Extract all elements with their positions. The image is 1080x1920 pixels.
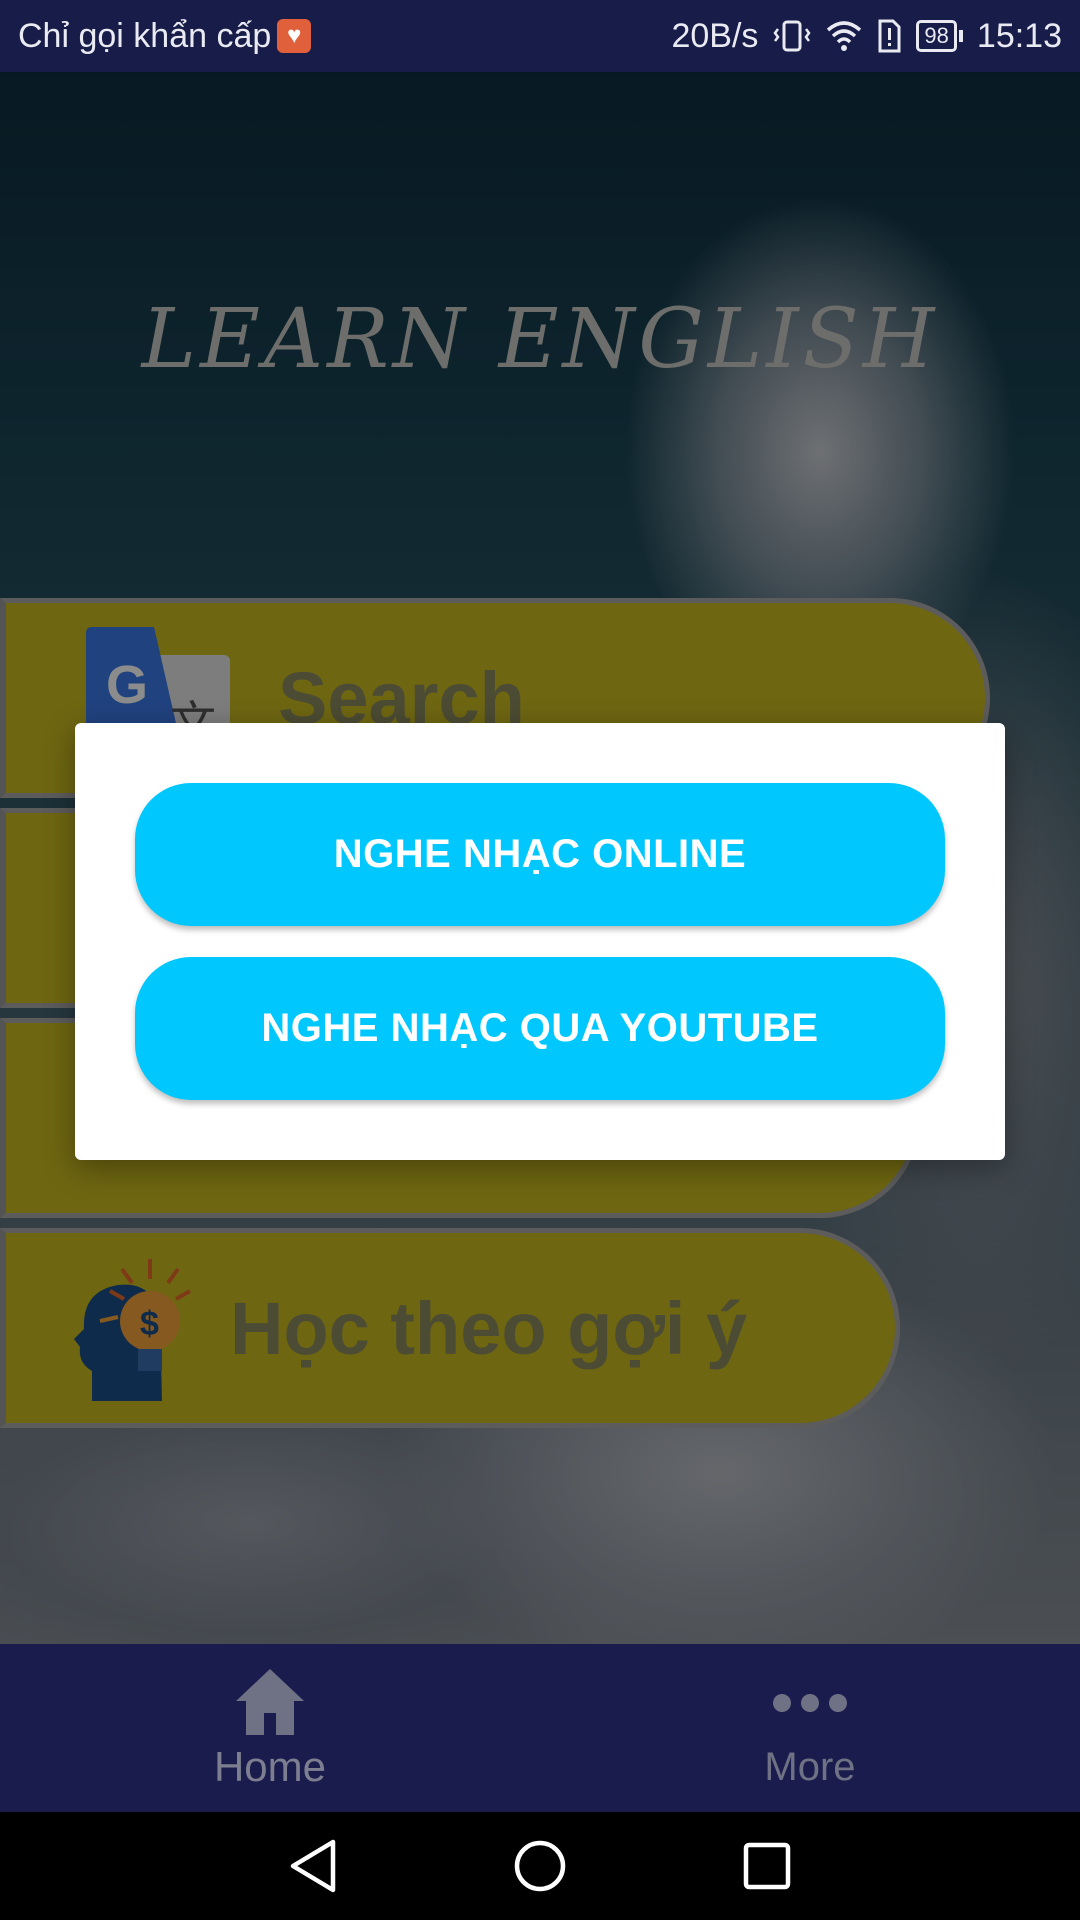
status-left: Chỉ gọi khẩn cấp ♥ bbox=[18, 16, 312, 56]
status-bar: Chỉ gọi khẩn cấp ♥ 20B/s 98 15:13 bbox=[0, 0, 1080, 72]
battery-level: 98 bbox=[916, 20, 957, 52]
vibrate-icon bbox=[772, 19, 812, 53]
wifi-icon bbox=[826, 20, 862, 52]
nav-home-label: Home bbox=[213, 1743, 327, 1790]
nav-home[interactable]: Home bbox=[0, 1644, 540, 1812]
music-choice-dialog: NGHE NHẠC ONLINE NGHE NHẠC QUA YOUTUBE bbox=[75, 723, 1005, 1160]
listen-online-button[interactable]: NGHE NHẠC ONLINE bbox=[135, 783, 945, 926]
home-icon bbox=[236, 1669, 304, 1735]
sim-alert-icon bbox=[876, 19, 902, 53]
battery-icon: 98 bbox=[916, 20, 963, 52]
more-dots-icon bbox=[773, 1693, 847, 1712]
nav-more[interactable]: More bbox=[540, 1644, 1080, 1812]
nav-more-label: More bbox=[764, 1744, 856, 1789]
listen-youtube-button[interactable]: NGHE NHẠC QUA YOUTUBE bbox=[135, 957, 945, 1100]
clock: 15:13 bbox=[976, 16, 1062, 55]
home-circle-icon[interactable] bbox=[510, 1836, 570, 1896]
system-navigation-bar bbox=[0, 1812, 1080, 1920]
recents-icon[interactable] bbox=[737, 1836, 797, 1896]
sos-icon: ♥ bbox=[277, 19, 312, 53]
carrier-text: Chỉ gọi khẩn cấp bbox=[18, 16, 272, 55]
bottom-navigation: Home More bbox=[0, 1644, 1080, 1812]
back-icon[interactable] bbox=[283, 1836, 343, 1896]
network-speed: 20B/s bbox=[671, 16, 759, 55]
status-right: 20B/s 98 15:13 bbox=[671, 17, 1062, 56]
